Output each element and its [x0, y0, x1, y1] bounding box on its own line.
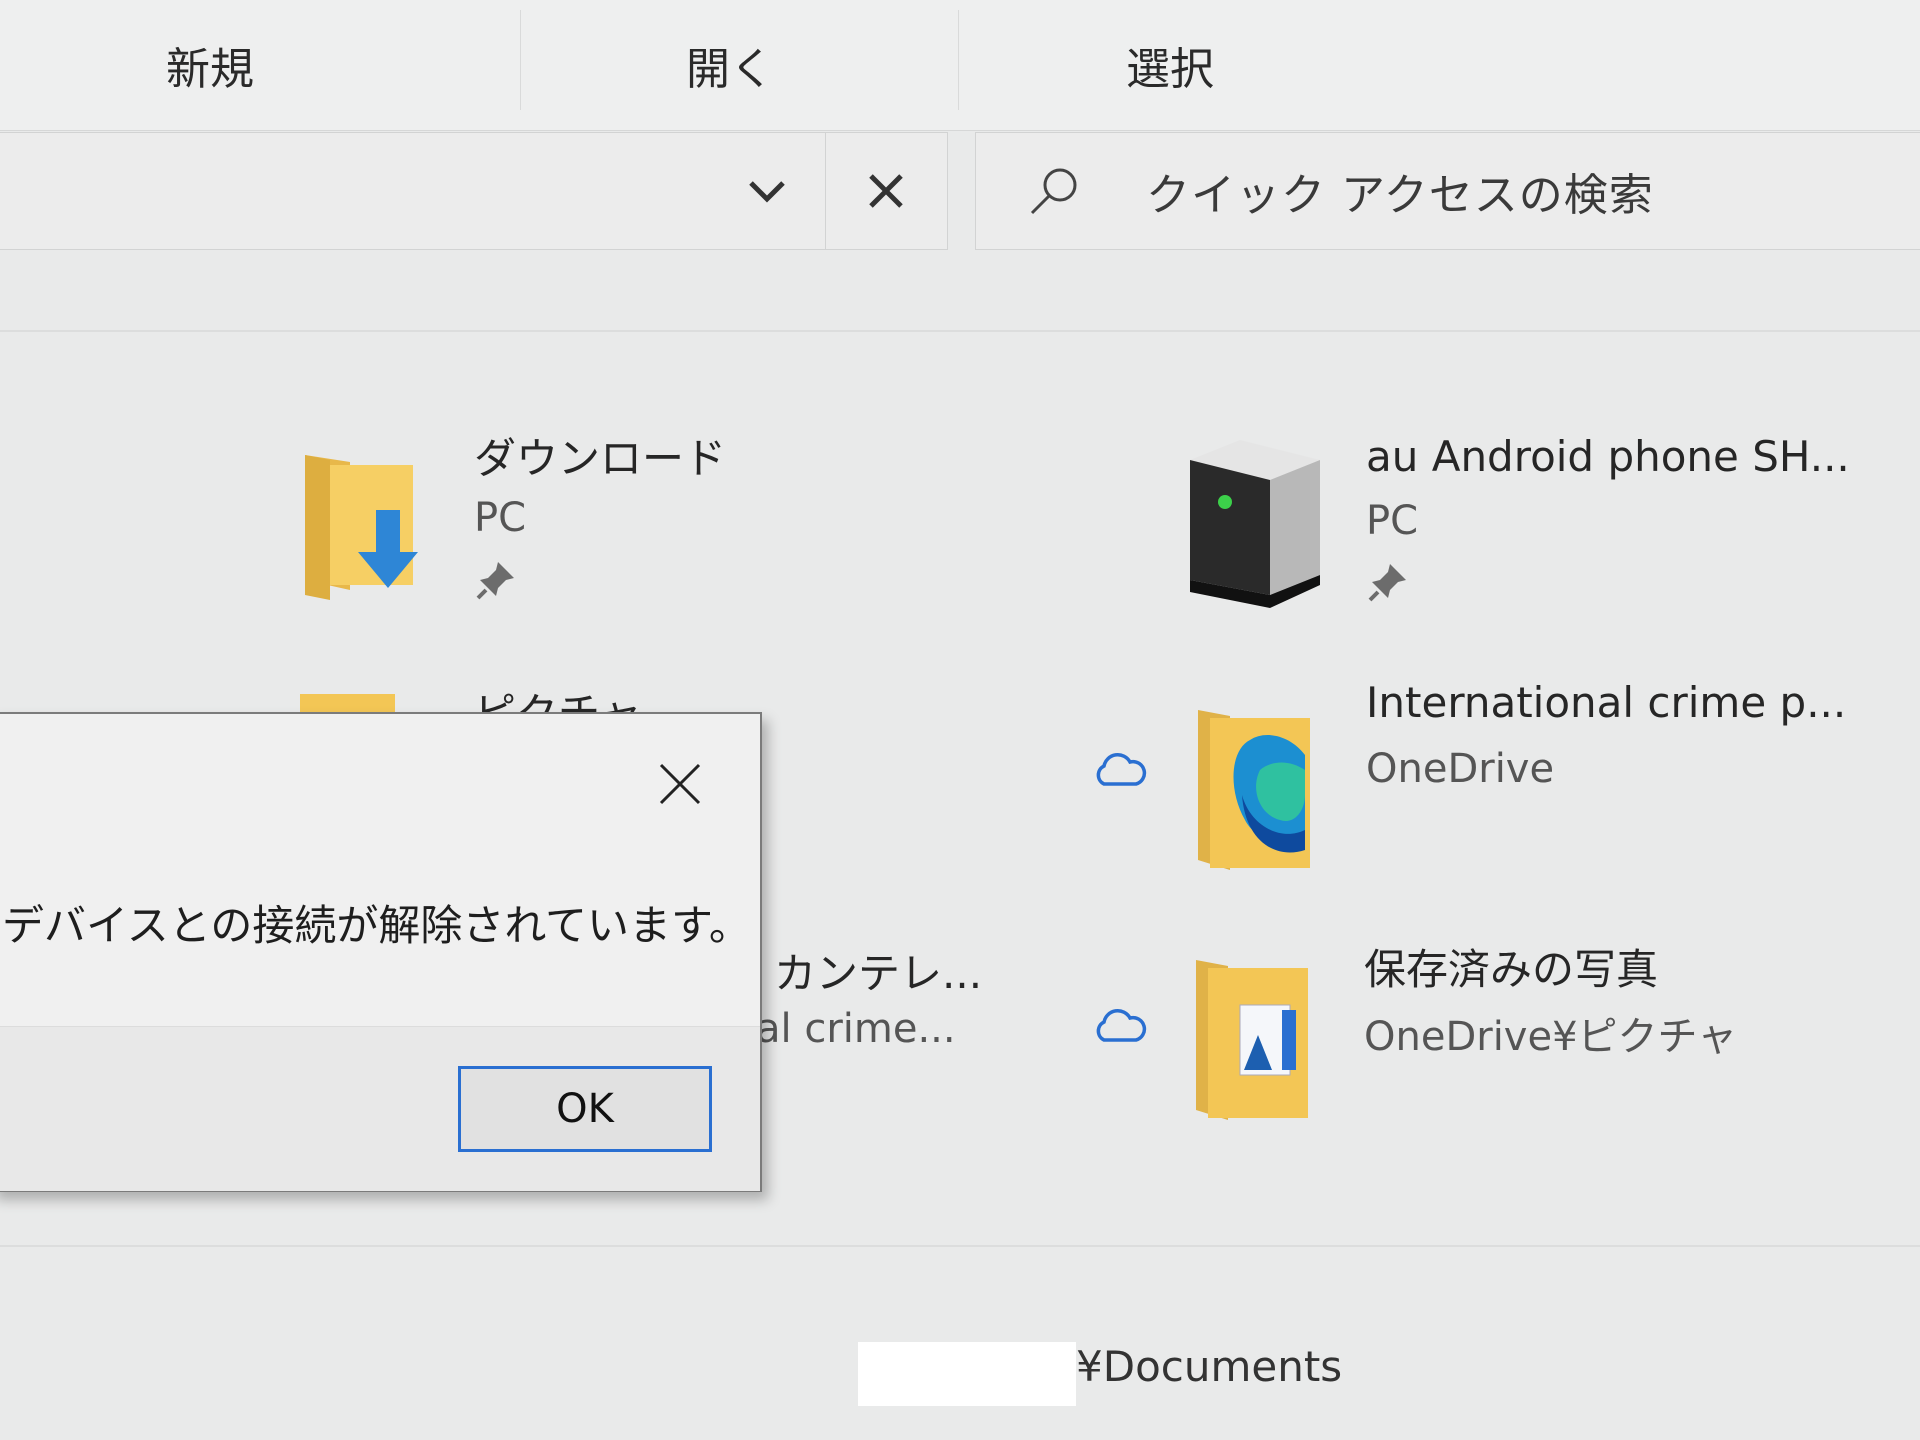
search-icon	[1026, 161, 1126, 221]
address-dropdown-button[interactable]	[717, 133, 817, 249]
ribbon-select-button[interactable]: 選択	[1020, 0, 1320, 130]
tile-location: PC	[1366, 498, 1419, 544]
downloads-folder-icon	[305, 455, 418, 600]
tile-name: 保存済みの写真	[1364, 945, 1659, 994]
dialog-message: デバイスとの接続が解除されています。	[2, 901, 751, 950]
pin-icon	[1368, 564, 1406, 602]
ribbon-new-button[interactable]: 新規	[60, 0, 360, 130]
tile-name: カンテレ...	[774, 949, 983, 998]
ribbon: 新規 開く 選択	[0, 0, 1920, 131]
onedrive-folder-icon	[1198, 710, 1310, 870]
ribbon-select-label: 選択	[1126, 44, 1214, 95]
chevron-down-icon	[749, 181, 785, 203]
redacted-area	[858, 1342, 1076, 1406]
ok-button[interactable]: OK	[458, 1066, 712, 1152]
tile-name: ダウンロード	[474, 434, 727, 483]
ribbon-separator	[520, 10, 521, 110]
close-icon	[659, 763, 701, 805]
search-input[interactable]: クイック アクセスの検索	[1146, 159, 1654, 223]
ribbon-separator	[958, 10, 959, 110]
tile-location: PC	[474, 495, 527, 541]
pin-icon	[476, 562, 514, 600]
disconnect-dialog: デバイスとの接続が解除されています。 OK	[0, 712, 762, 1192]
address-clear-button[interactable]	[825, 133, 946, 249]
quick-access-item-android-phone[interactable]: au Android phone SH... PC	[1170, 420, 1920, 620]
tile-name: au Android phone SH...	[1366, 432, 1850, 481]
recent-file-path: ¥Documents	[1076, 1342, 1343, 1391]
tile-name: International crime p...	[1366, 678, 1847, 727]
tile-location: al crime...	[756, 1006, 956, 1052]
tile-location: OneDrive¥ピクチャ	[1364, 1014, 1738, 1060]
tile-location: OneDrive	[1366, 746, 1555, 792]
ribbon-open-button[interactable]: 開く	[580, 0, 880, 130]
device-drive-icon	[1190, 440, 1320, 608]
close-icon	[869, 174, 903, 208]
quick-access-item-downloads[interactable]: ダウンロード PC	[0, 420, 780, 620]
ribbon-new-label: 新規	[166, 44, 254, 95]
saved-pictures-folder-icon	[1196, 960, 1308, 1120]
cloud-icon	[1096, 1009, 1147, 1042]
divider	[0, 1245, 1920, 1247]
address-bar[interactable]	[0, 132, 948, 250]
address-bar-row: クイック アクセスの検索	[0, 132, 1920, 254]
quick-access-item-international-crime[interactable]: International crime p... OneDrive	[1080, 678, 1920, 880]
cloud-icon	[1096, 753, 1147, 786]
ribbon-open-label: 開く	[686, 44, 774, 95]
search-box[interactable]: クイック アクセスの検索	[975, 132, 1920, 250]
dialog-close-button[interactable]	[640, 744, 720, 824]
quick-access-item-saved-pictures[interactable]: 保存済みの写真 OneDrive¥ピクチャ	[1080, 930, 1920, 1130]
divider	[0, 330, 1920, 332]
